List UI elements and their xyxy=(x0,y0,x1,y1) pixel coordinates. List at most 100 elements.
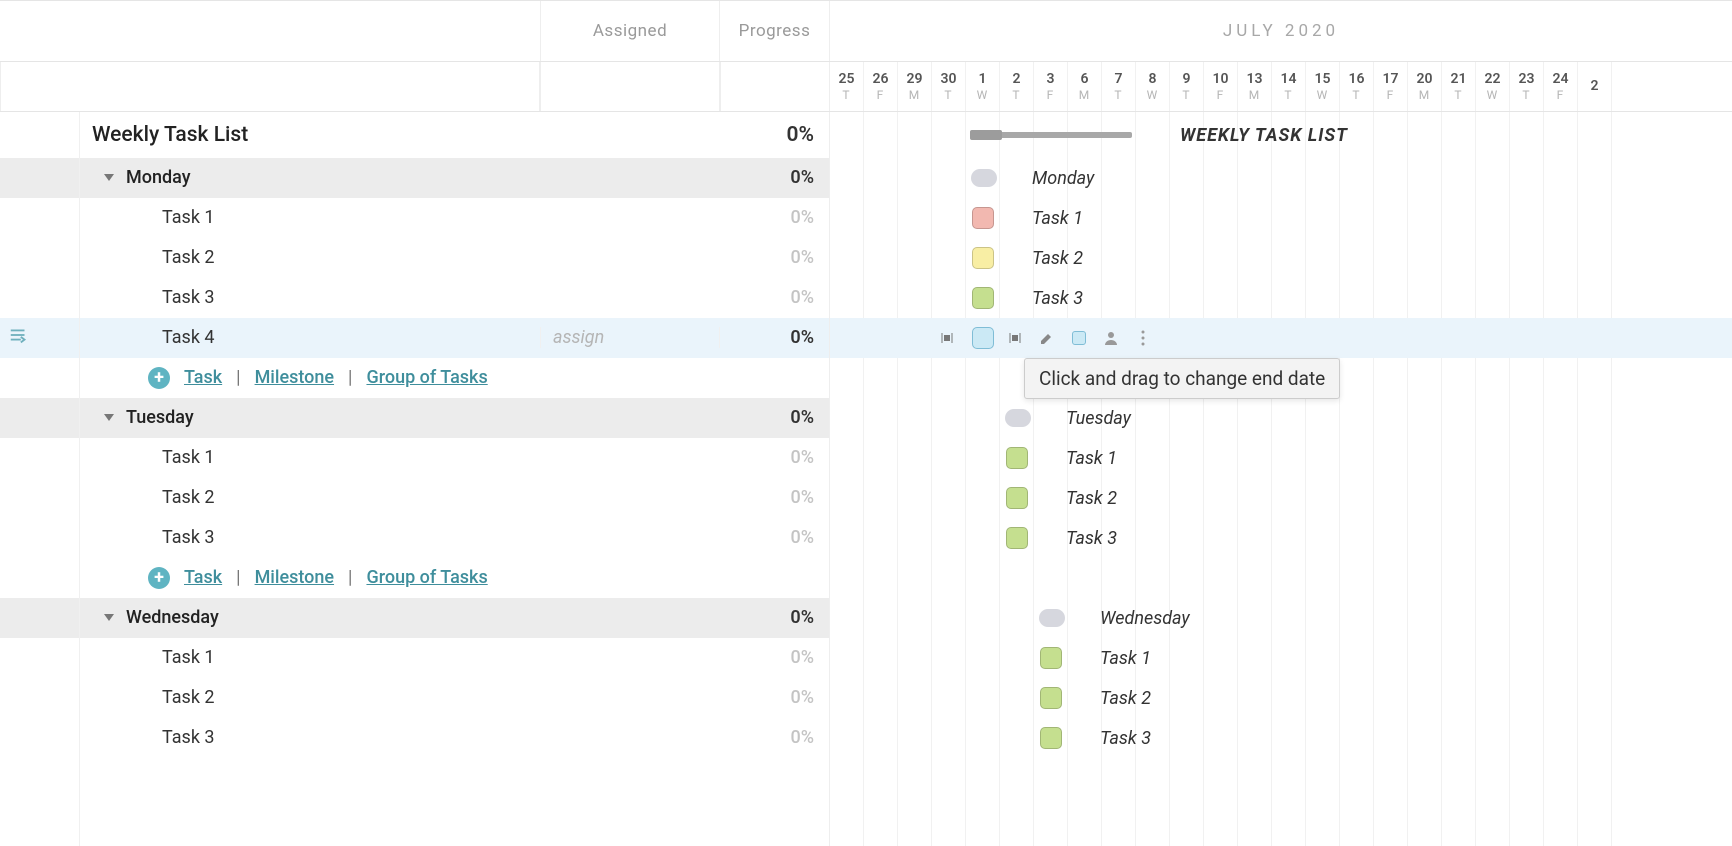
add-group-link[interactable]: Group of Tasks xyxy=(366,567,487,588)
date-num: 24 xyxy=(1544,71,1577,87)
add-item-row[interactable]: + Task | Milestone | Group of Tasks xyxy=(0,558,829,598)
task-bar[interactable] xyxy=(1006,487,1028,509)
date-col[interactable]: 23T xyxy=(1510,62,1544,111)
date-num: 26 xyxy=(864,71,897,87)
task-row[interactable]: Task 4 assign 0% xyxy=(0,318,829,358)
date-col[interactable]: 10F xyxy=(1204,62,1238,111)
date-col[interactable]: 14T xyxy=(1272,62,1306,111)
task-row[interactable]: Task 3 0% xyxy=(0,518,829,558)
task-row[interactable]: Task 1 0% xyxy=(0,638,829,678)
date-col[interactable]: 7T xyxy=(1102,62,1136,111)
task-row[interactable]: Task 3 0% xyxy=(0,278,829,318)
task-bar[interactable] xyxy=(972,207,994,229)
project-progress: 0% xyxy=(720,123,830,147)
assign-user-icon[interactable] xyxy=(1100,327,1122,349)
add-icon[interactable]: + xyxy=(148,567,170,589)
task-name[interactable]: Task 2 xyxy=(162,487,215,508)
add-milestone-link[interactable]: Milestone xyxy=(255,567,334,588)
chevron-down-icon[interactable] xyxy=(104,174,114,181)
drag-handle-icon[interactable] xyxy=(8,324,30,351)
date-col[interactable]: 8W xyxy=(1136,62,1170,111)
group-name[interactable]: Wednesday xyxy=(126,607,219,628)
date-col[interactable]: 25T xyxy=(830,62,864,111)
task-row[interactable]: Task 1 0% xyxy=(0,198,829,238)
date-col[interactable]: 9T xyxy=(1170,62,1204,111)
header-progress-col[interactable]: Progress xyxy=(720,1,830,61)
project-title[interactable]: Weekly Task List xyxy=(92,123,248,147)
assign-placeholder[interactable]: assign xyxy=(553,327,604,348)
date-col[interactable]: 1W xyxy=(966,62,1000,111)
task-bar-label: Task 2 xyxy=(1100,688,1151,709)
task-name[interactable]: Task 4 xyxy=(162,327,215,348)
task-name[interactable]: Task 1 xyxy=(162,207,215,228)
color-icon[interactable] xyxy=(1068,327,1090,349)
date-col[interactable]: 16T xyxy=(1340,62,1374,111)
group-row[interactable]: Tuesday 0% xyxy=(0,398,829,438)
add-milestone-link[interactable]: Milestone xyxy=(255,367,334,388)
date-col[interactable]: 15W xyxy=(1306,62,1340,111)
task-progress: 0% xyxy=(720,247,830,268)
date-letter: T xyxy=(1510,88,1543,102)
date-col[interactable]: 2 xyxy=(1578,62,1612,111)
task-bar[interactable] xyxy=(1006,447,1028,469)
task-bar[interactable] xyxy=(972,247,994,269)
group-row[interactable]: Wednesday 0% xyxy=(0,598,829,638)
date-col[interactable]: 2T xyxy=(1000,62,1034,111)
chevron-down-icon[interactable] xyxy=(104,614,114,621)
date-letter: F xyxy=(864,88,897,102)
date-col[interactable]: 26F xyxy=(864,62,898,111)
add-icon[interactable]: + xyxy=(148,367,170,389)
group-bar-label: Monday xyxy=(1032,168,1094,189)
task-row[interactable]: Task 1 0% xyxy=(0,438,829,478)
project-row[interactable]: Weekly Task List 0% xyxy=(0,112,829,158)
task-name[interactable]: Task 2 xyxy=(162,687,215,708)
task-name[interactable]: Task 2 xyxy=(162,247,215,268)
add-group-link[interactable]: Group of Tasks xyxy=(366,367,487,388)
group-summary-pill[interactable] xyxy=(971,169,997,187)
date-col[interactable]: 13M xyxy=(1238,62,1272,111)
group-summary-pill[interactable] xyxy=(1039,609,1065,627)
header-assigned-col[interactable]: Assigned xyxy=(540,1,720,61)
group-summary-pill[interactable] xyxy=(1005,409,1031,427)
date-col[interactable]: 3F xyxy=(1034,62,1068,111)
task-row[interactable]: Task 2 0% xyxy=(0,238,829,278)
task-name[interactable]: Task 3 xyxy=(162,527,215,548)
date-col[interactable]: 6M xyxy=(1068,62,1102,111)
date-col[interactable]: 24F xyxy=(1544,62,1578,111)
end-date-handle-icon[interactable] xyxy=(1004,327,1026,349)
task-bar[interactable] xyxy=(1040,687,1062,709)
more-icon[interactable] xyxy=(1132,327,1154,349)
task-name[interactable]: Task 1 xyxy=(162,447,215,468)
task-progress: 0% xyxy=(720,527,830,548)
task-bar[interactable] xyxy=(1040,647,1062,669)
tooltip: Click and drag to change end date xyxy=(1024,358,1340,399)
start-date-handle-icon[interactable] xyxy=(936,327,958,349)
add-task-link[interactable]: Task xyxy=(184,367,222,388)
date-col[interactable]: 30T xyxy=(932,62,966,111)
task-progress: 0% xyxy=(720,647,830,668)
gantt-panel[interactable]: WEEKLY TASK LISTMondayTask 1Task 2Task 3… xyxy=(830,112,1732,846)
task-name[interactable]: Task 3 xyxy=(162,287,215,308)
date-col[interactable]: 17F xyxy=(1374,62,1408,111)
date-col[interactable]: 20M xyxy=(1408,62,1442,111)
task-bar[interactable] xyxy=(1006,527,1028,549)
group-name[interactable]: Tuesday xyxy=(126,407,194,428)
task-bar[interactable] xyxy=(972,327,994,349)
task-name[interactable]: Task 1 xyxy=(162,647,215,668)
task-row[interactable]: Task 3 0% xyxy=(0,718,829,758)
chevron-down-icon[interactable] xyxy=(104,414,114,421)
date-col[interactable]: 22W xyxy=(1476,62,1510,111)
task-bar-label: Task 3 xyxy=(1032,288,1083,309)
add-task-link[interactable]: Task xyxy=(184,567,222,588)
task-bar[interactable] xyxy=(1040,727,1062,749)
task-name[interactable]: Task 3 xyxy=(162,727,215,748)
edit-icon[interactable] xyxy=(1036,327,1058,349)
group-row[interactable]: Monday 0% xyxy=(0,158,829,198)
add-item-row[interactable]: + Task | Milestone | Group of Tasks xyxy=(0,358,829,398)
task-row[interactable]: Task 2 0% xyxy=(0,478,829,518)
group-name[interactable]: Monday xyxy=(126,167,191,188)
date-col[interactable]: 29M xyxy=(898,62,932,111)
date-col[interactable]: 21T xyxy=(1442,62,1476,111)
task-bar[interactable] xyxy=(972,287,994,309)
task-row[interactable]: Task 2 0% xyxy=(0,678,829,718)
